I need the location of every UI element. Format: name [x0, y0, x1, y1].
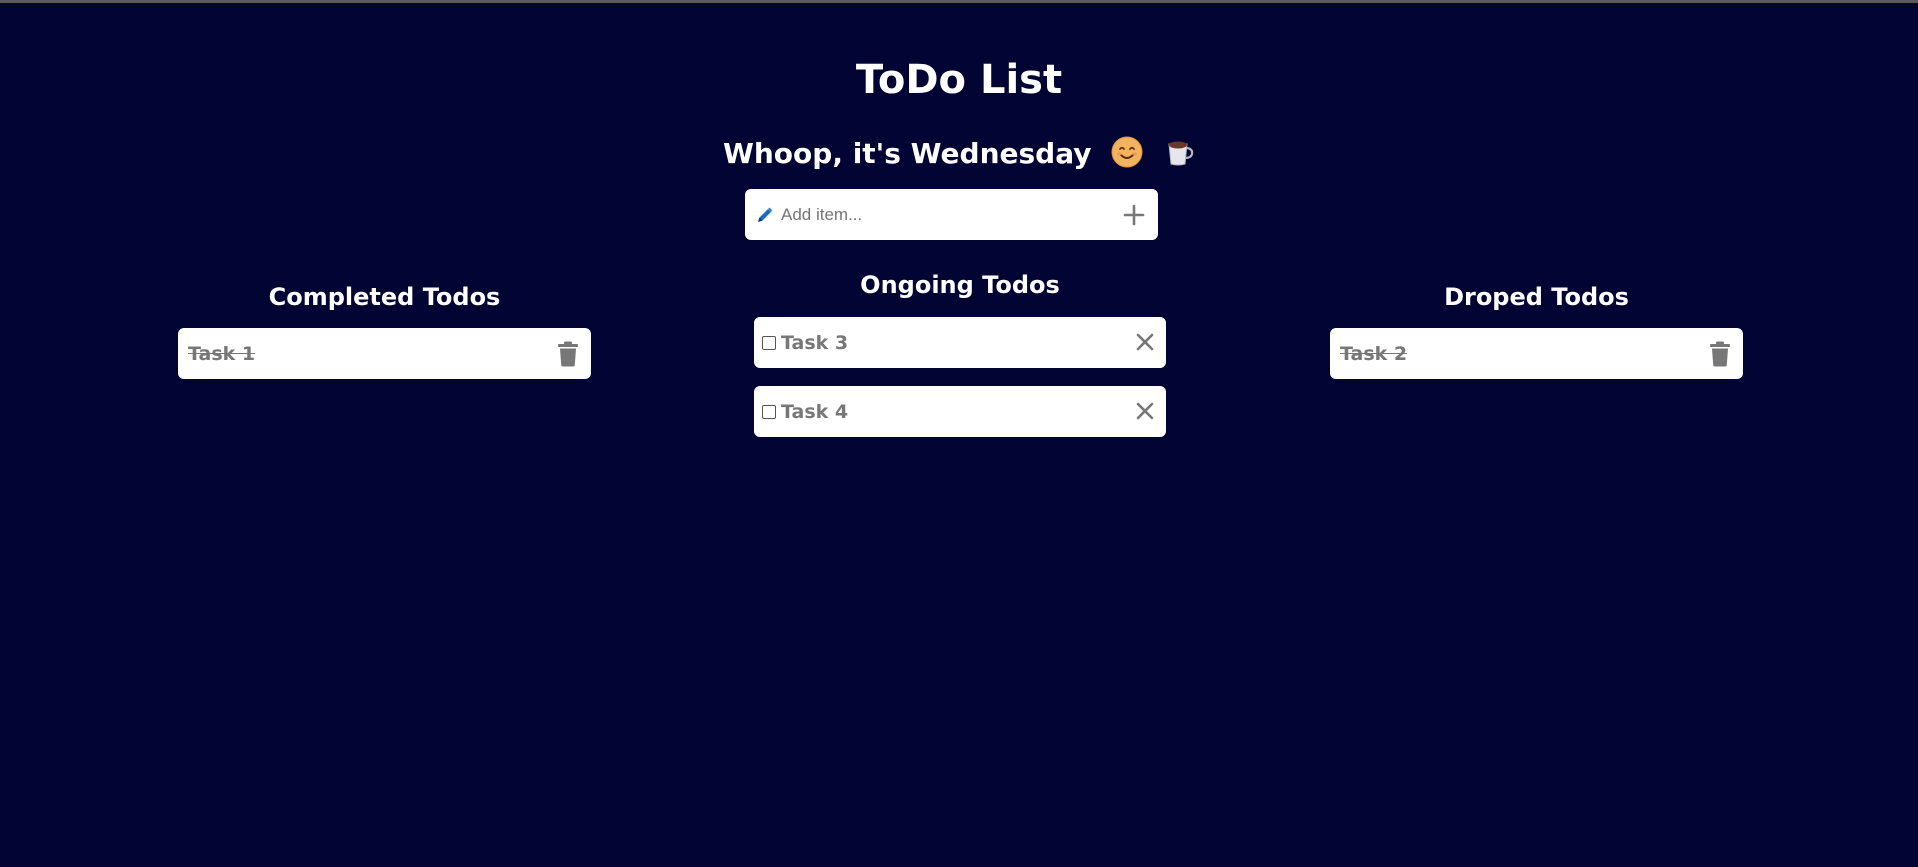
add-item-form: [745, 189, 1158, 240]
completed-todos-heading: Completed Todos: [268, 283, 501, 311]
coffee-cup-icon: [1168, 141, 1194, 166]
browser-top-border: [0, 0, 1918, 3]
pencil-icon: [758, 207, 773, 222]
greeting-text: Whoop, it's Wednesday: [722, 137, 1092, 170]
trash-icon[interactable]: [557, 341, 579, 367]
close-icon[interactable]: [1136, 333, 1154, 351]
dropped-todos-heading: Droped Todos: [1444, 283, 1629, 311]
todo-checkbox[interactable]: [762, 404, 776, 419]
todo-label: Task 2: [1340, 342, 1408, 365]
trash-icon[interactable]: [1709, 341, 1731, 367]
smiling-face-icon: [1111, 136, 1143, 168]
plus-icon[interactable]: [1122, 203, 1146, 227]
todo-label: Task 3: [781, 331, 849, 354]
greeting: Whoop, it's Wednesday: [0, 134, 1918, 174]
todo-label: Task 1: [188, 342, 256, 365]
ongoing-todo-item: Task 3: [754, 317, 1166, 368]
todo-checkbox[interactable]: [762, 335, 776, 350]
close-icon[interactable]: [1136, 402, 1154, 420]
todo-label: Task 4: [781, 400, 849, 423]
page-title: ToDo List: [855, 57, 1063, 103]
completed-todo-item: Task 1: [178, 328, 591, 379]
ongoing-todos-heading: Ongoing Todos: [860, 271, 1060, 299]
ongoing-todo-item: Task 4: [754, 386, 1166, 437]
dropped-todo-item: Task 2: [1330, 328, 1743, 379]
add-item-input[interactable]: [781, 199, 1111, 230]
